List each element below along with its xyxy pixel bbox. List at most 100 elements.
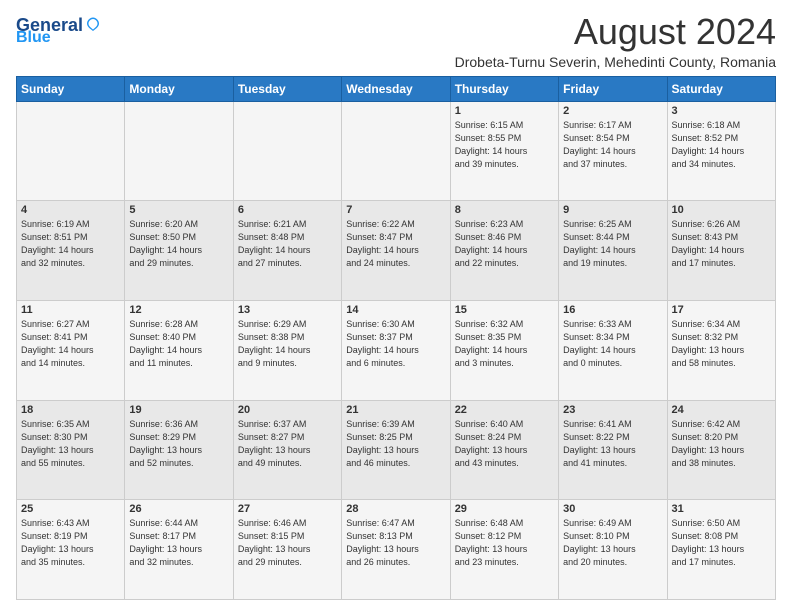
- day-info: Sunrise: 6:43 AM Sunset: 8:19 PM Dayligh…: [21, 517, 120, 569]
- day-info: Sunrise: 6:48 AM Sunset: 8:12 PM Dayligh…: [455, 517, 554, 569]
- day-number: 27: [238, 503, 337, 515]
- day-number: 12: [129, 304, 228, 316]
- calendar-cell: 23 Sunrise: 6:41 AM Sunset: 8:22 PM Dayli…: [559, 400, 667, 500]
- calendar: SundayMondayTuesdayWednesdayThursdayFrid…: [16, 76, 776, 600]
- day-number: 31: [672, 503, 771, 515]
- day-info: Sunrise: 6:17 AM Sunset: 8:54 PM Dayligh…: [563, 119, 662, 171]
- day-number: 22: [455, 404, 554, 416]
- weekday-header-friday: Friday: [559, 76, 667, 101]
- day-info: Sunrise: 6:44 AM Sunset: 8:17 PM Dayligh…: [129, 517, 228, 569]
- day-number: 3: [672, 105, 771, 117]
- calendar-cell: 29 Sunrise: 6:48 AM Sunset: 8:12 PM Dayli…: [450, 500, 558, 600]
- day-number: 23: [563, 404, 662, 416]
- calendar-cell: 10 Sunrise: 6:26 AM Sunset: 8:43 PM Dayli…: [667, 201, 775, 301]
- calendar-cell: 17 Sunrise: 6:34 AM Sunset: 8:32 PM Dayli…: [667, 300, 775, 400]
- weekday-header-saturday: Saturday: [667, 76, 775, 101]
- day-info: Sunrise: 6:46 AM Sunset: 8:15 PM Dayligh…: [238, 517, 337, 569]
- calendar-cell: 16 Sunrise: 6:33 AM Sunset: 8:34 PM Dayli…: [559, 300, 667, 400]
- day-info: Sunrise: 6:23 AM Sunset: 8:46 PM Dayligh…: [455, 218, 554, 270]
- day-info: Sunrise: 6:22 AM Sunset: 8:47 PM Dayligh…: [346, 218, 445, 270]
- calendar-cell: [17, 101, 125, 201]
- calendar-cell: 26 Sunrise: 6:44 AM Sunset: 8:17 PM Dayli…: [125, 500, 233, 600]
- day-number: 28: [346, 503, 445, 515]
- day-number: 29: [455, 503, 554, 515]
- day-number: 25: [21, 503, 120, 515]
- day-number: 21: [346, 404, 445, 416]
- calendar-week-row: 4Sunrise: 6:19 AM Sunset: 8:51 PM Daylig…: [17, 201, 776, 301]
- day-number: 26: [129, 503, 228, 515]
- day-info: Sunrise: 6:25 AM Sunset: 8:44 PM Dayligh…: [563, 218, 662, 270]
- day-number: 7: [346, 204, 445, 216]
- calendar-cell: 9 Sunrise: 6:25 AM Sunset: 8:44 PM Daylig…: [559, 201, 667, 301]
- day-number: 4: [21, 204, 120, 216]
- calendar-cell: 4Sunrise: 6:19 AM Sunset: 8:51 PM Daylig…: [17, 201, 125, 301]
- calendar-cell: 22Sunrise: 6:40 AM Sunset: 8:24 PM Dayli…: [450, 400, 558, 500]
- day-info: Sunrise: 6:37 AM Sunset: 8:27 PM Dayligh…: [238, 418, 337, 470]
- day-info: Sunrise: 6:47 AM Sunset: 8:13 PM Dayligh…: [346, 517, 445, 569]
- day-number: 8: [455, 204, 554, 216]
- day-info: Sunrise: 6:28 AM Sunset: 8:40 PM Dayligh…: [129, 318, 228, 370]
- calendar-cell: 18Sunrise: 6:35 AM Sunset: 8:30 PM Dayli…: [17, 400, 125, 500]
- day-info: Sunrise: 6:42 AM Sunset: 8:20 PM Dayligh…: [672, 418, 771, 470]
- calendar-cell: 28 Sunrise: 6:47 AM Sunset: 8:13 PM Dayli…: [342, 500, 450, 600]
- calendar-cell: [342, 101, 450, 201]
- calendar-cell: 11 Sunrise: 6:27 AM Sunset: 8:41 PM Dayli…: [17, 300, 125, 400]
- day-number: 20: [238, 404, 337, 416]
- day-number: 6: [238, 204, 337, 216]
- calendar-cell: 27 Sunrise: 6:46 AM Sunset: 8:15 PM Dayli…: [233, 500, 341, 600]
- day-number: 5: [129, 204, 228, 216]
- calendar-cell: 5 Sunrise: 6:20 AM Sunset: 8:50 PM Daylig…: [125, 201, 233, 301]
- day-number: 11: [21, 304, 120, 316]
- day-number: 10: [672, 204, 771, 216]
- day-number: 9: [563, 204, 662, 216]
- day-number: 2: [563, 105, 662, 117]
- day-info: Sunrise: 6:33 AM Sunset: 8:34 PM Dayligh…: [563, 318, 662, 370]
- day-number: 14: [346, 304, 445, 316]
- calendar-cell: 24Sunrise: 6:42 AM Sunset: 8:20 PM Dayli…: [667, 400, 775, 500]
- logo: General Blue: [16, 16, 102, 46]
- day-info: Sunrise: 6:26 AM Sunset: 8:43 PM Dayligh…: [672, 218, 771, 270]
- calendar-cell: 1Sunrise: 6:15 AM Sunset: 8:55 PM Daylig…: [450, 101, 558, 201]
- day-info: Sunrise: 6:49 AM Sunset: 8:10 PM Dayligh…: [563, 517, 662, 569]
- calendar-cell: 3 Sunrise: 6:18 AM Sunset: 8:52 PM Daylig…: [667, 101, 775, 201]
- calendar-week-row: 1Sunrise: 6:15 AM Sunset: 8:55 PM Daylig…: [17, 101, 776, 201]
- day-info: Sunrise: 6:39 AM Sunset: 8:25 PM Dayligh…: [346, 418, 445, 470]
- day-number: 15: [455, 304, 554, 316]
- day-number: 18: [21, 404, 120, 416]
- subtitle: Drobeta-Turnu Severin, Mehedinti County,…: [102, 54, 776, 70]
- calendar-cell: [233, 101, 341, 201]
- calendar-cell: 13 Sunrise: 6:29 AM Sunset: 8:38 PM Dayli…: [233, 300, 341, 400]
- day-info: Sunrise: 6:29 AM Sunset: 8:38 PM Dayligh…: [238, 318, 337, 370]
- logo-blue: Blue: [16, 30, 51, 46]
- day-info: Sunrise: 6:20 AM Sunset: 8:50 PM Dayligh…: [129, 218, 228, 270]
- calendar-week-row: 18Sunrise: 6:35 AM Sunset: 8:30 PM Dayli…: [17, 400, 776, 500]
- day-info: Sunrise: 6:41 AM Sunset: 8:22 PM Dayligh…: [563, 418, 662, 470]
- day-number: 30: [563, 503, 662, 515]
- day-info: Sunrise: 6:32 AM Sunset: 8:35 PM Dayligh…: [455, 318, 554, 370]
- calendar-cell: 15 Sunrise: 6:32 AM Sunset: 8:35 PM Dayli…: [450, 300, 558, 400]
- calendar-cell: 20 Sunrise: 6:37 AM Sunset: 8:27 PM Dayli…: [233, 400, 341, 500]
- weekday-header-sunday: Sunday: [17, 76, 125, 101]
- day-number: 19: [129, 404, 228, 416]
- day-number: 13: [238, 304, 337, 316]
- calendar-header-row: SundayMondayTuesdayWednesdayThursdayFrid…: [17, 76, 776, 101]
- calendar-cell: 21 Sunrise: 6:39 AM Sunset: 8:25 PM Dayli…: [342, 400, 450, 500]
- day-number: 16: [563, 304, 662, 316]
- calendar-cell: 19 Sunrise: 6:36 AM Sunset: 8:29 PM Dayli…: [125, 400, 233, 500]
- calendar-cell: 8 Sunrise: 6:23 AM Sunset: 8:46 PM Daylig…: [450, 201, 558, 301]
- day-info: Sunrise: 6:18 AM Sunset: 8:52 PM Dayligh…: [672, 119, 771, 171]
- day-info: Sunrise: 6:34 AM Sunset: 8:32 PM Dayligh…: [672, 318, 771, 370]
- month-title: August 2024: [102, 12, 776, 52]
- calendar-cell: 6Sunrise: 6:21 AM Sunset: 8:48 PM Daylig…: [233, 201, 341, 301]
- weekday-header-wednesday: Wednesday: [342, 76, 450, 101]
- day-number: 1: [455, 105, 554, 117]
- day-number: 17: [672, 304, 771, 316]
- day-info: Sunrise: 6:36 AM Sunset: 8:29 PM Dayligh…: [129, 418, 228, 470]
- calendar-cell: 7 Sunrise: 6:22 AM Sunset: 8:47 PM Daylig…: [342, 201, 450, 301]
- calendar-cell: 2 Sunrise: 6:17 AM Sunset: 8:54 PM Daylig…: [559, 101, 667, 201]
- day-info: Sunrise: 6:27 AM Sunset: 8:41 PM Dayligh…: [21, 318, 120, 370]
- title-block: August 2024 Drobeta-Turnu Severin, Mehed…: [102, 12, 776, 70]
- calendar-cell: 12 Sunrise: 6:28 AM Sunset: 8:40 PM Dayli…: [125, 300, 233, 400]
- calendar-cell: 31Sunrise: 6:50 AM Sunset: 8:08 PM Dayli…: [667, 500, 775, 600]
- calendar-cell: 30 Sunrise: 6:49 AM Sunset: 8:10 PM Dayli…: [559, 500, 667, 600]
